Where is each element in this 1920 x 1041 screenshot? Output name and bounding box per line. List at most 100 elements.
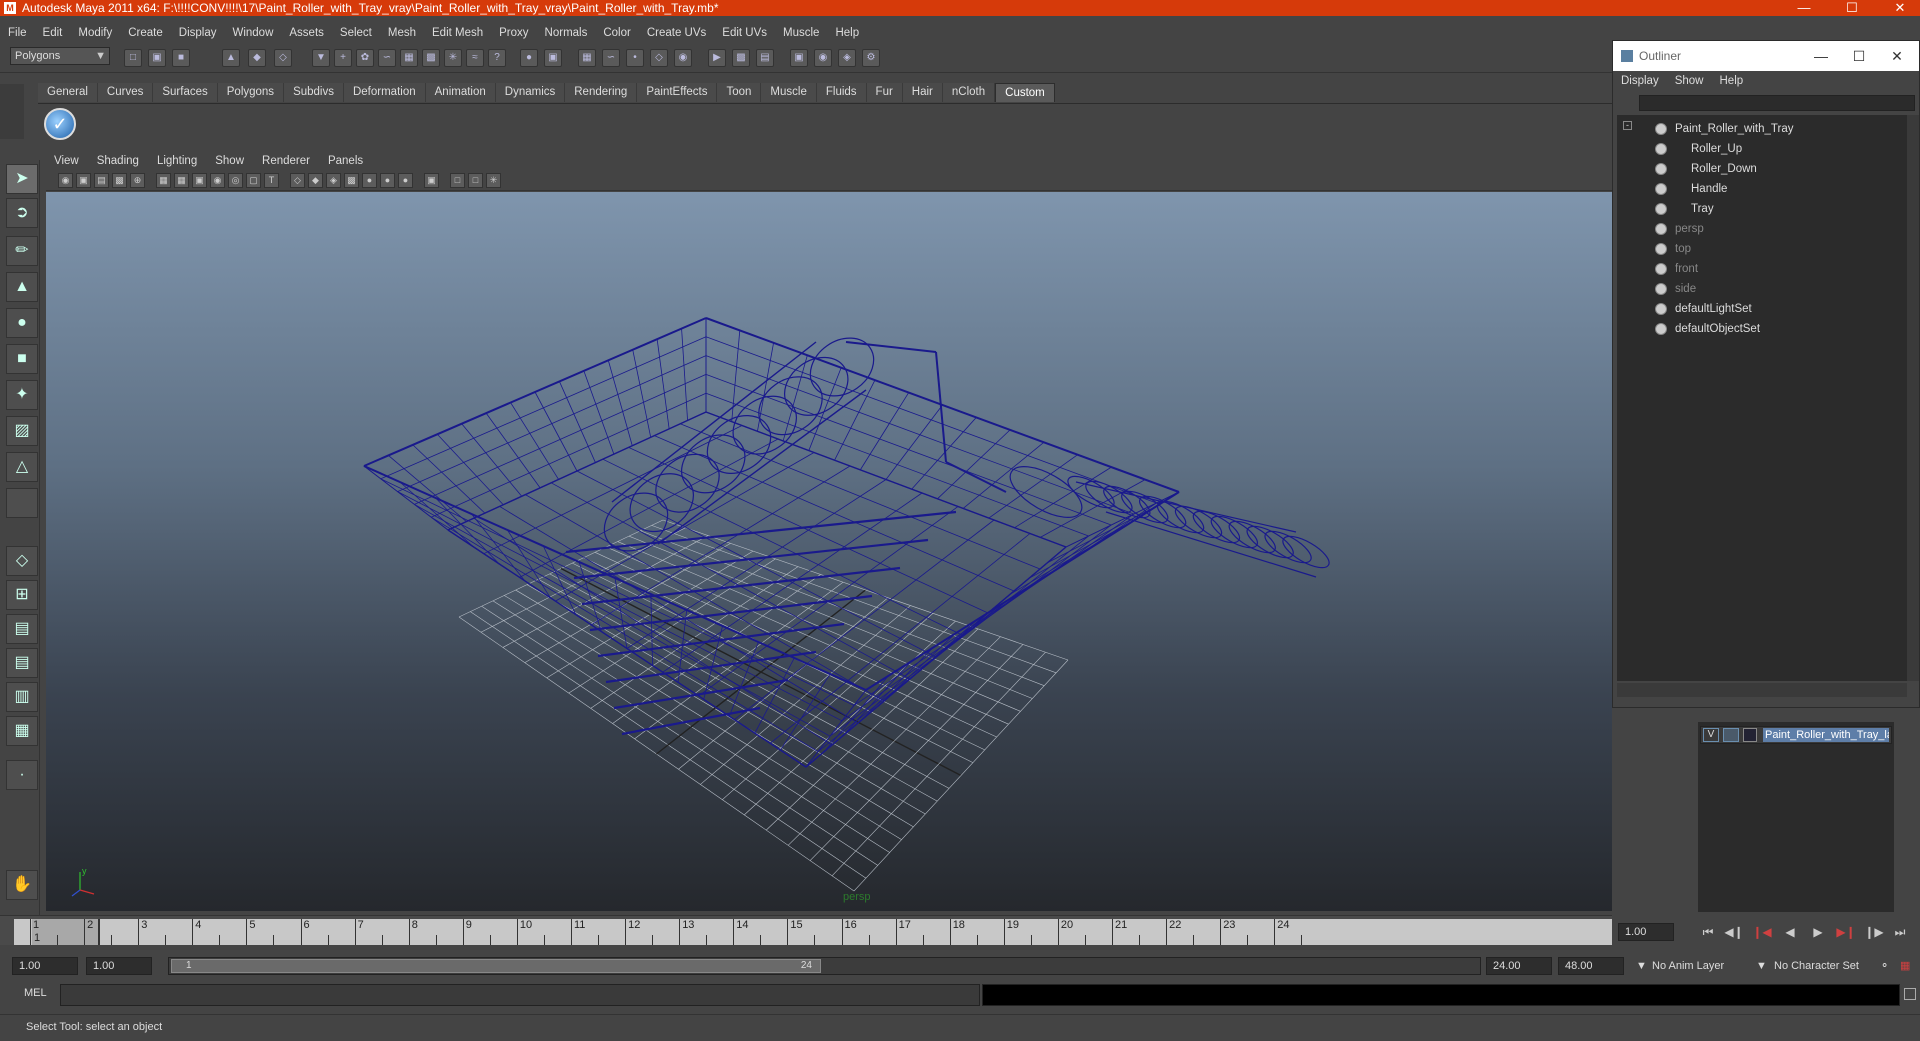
anim-layer-chevron-icon[interactable]: ▼	[1636, 957, 1648, 975]
lasso-tool-icon[interactable]: ➲	[6, 198, 38, 228]
outliner-minimize-icon[interactable]: —	[1801, 41, 1841, 71]
step-back-key-icon[interactable]: ❙◀	[1752, 923, 1772, 941]
tab-painteffects[interactable]: PaintEffects	[637, 83, 718, 102]
panel-menu-shading[interactable]: Shading	[97, 155, 139, 167]
select-component-icon[interactable]: ◇	[274, 49, 292, 67]
outliner-menu-display[interactable]: Display	[1621, 75, 1659, 87]
tab-polygons[interactable]: Polygons	[217, 83, 285, 102]
scale-tool-icon[interactable]: ■	[6, 344, 38, 374]
menu-create-uvs[interactable]: Create UVs	[647, 27, 706, 39]
tab-hair[interactable]: Hair	[902, 83, 943, 102]
step-back-frame-icon[interactable]: ◀❙	[1724, 923, 1744, 941]
xray-active-icon[interactable]: ✳	[486, 173, 501, 188]
menu-mesh[interactable]: Mesh	[388, 27, 416, 39]
safe-title-icon[interactable]: T	[264, 173, 279, 188]
make-live-icon[interactable]: ◉	[674, 49, 692, 67]
textured-icon[interactable]: ▩	[344, 173, 359, 188]
new-scene-icon[interactable]: □	[124, 49, 142, 67]
outliner-item[interactable]: Paint_Roller_with_Tray	[1617, 119, 1907, 139]
open-scene-icon[interactable]: ▣	[148, 49, 166, 67]
hand-icon[interactable]: ✋	[6, 870, 38, 900]
move-tool-icon[interactable]: ▲	[6, 272, 38, 302]
current-frame-field[interactable]: 1.00	[1618, 923, 1674, 941]
history-icon[interactable]: ▩	[732, 49, 750, 67]
panel-menu-renderer[interactable]: Renderer	[262, 155, 310, 167]
persp-graph-layout-icon[interactable]: ▤	[6, 648, 38, 678]
smooth-shade-icon[interactable]: ◆	[308, 173, 323, 188]
show-manipulator-icon[interactable]: △	[6, 452, 38, 482]
tab-custom[interactable]: Custom	[995, 83, 1055, 102]
key-icon[interactable]: ⚬	[1880, 957, 1894, 975]
tab-dynamics[interactable]: Dynamics	[495, 83, 566, 102]
outliner-maximize-icon[interactable]: ☐	[1839, 41, 1879, 71]
select-joints-icon[interactable]: ✿	[356, 49, 374, 67]
anim-layer-dropdown[interactable]: No Anim Layer	[1652, 957, 1756, 975]
tab-ncloth[interactable]: nCloth	[942, 83, 996, 102]
menu-edit-mesh[interactable]: Edit Mesh	[432, 27, 483, 39]
panel-menu-lighting[interactable]: Lighting	[157, 155, 197, 167]
menu-proxy[interactable]: Proxy	[499, 27, 528, 39]
tab-curves[interactable]: Curves	[97, 83, 154, 102]
command-language-label[interactable]: MEL	[24, 987, 47, 999]
tab-animation[interactable]: Animation	[425, 83, 496, 102]
tab-surfaces[interactable]: Surfaces	[153, 83, 218, 102]
layer-color-swatch[interactable]	[1743, 728, 1757, 742]
snap-to-grid-icon[interactable]: ▦	[578, 49, 596, 67]
menu-edit-uvs[interactable]: Edit UVs	[722, 27, 767, 39]
menu-assets[interactable]: Assets	[289, 27, 324, 39]
play-backwards-icon[interactable]: ◀	[1780, 923, 1800, 941]
preferences-icon[interactable]: ▦	[1900, 957, 1914, 975]
outliner-menu-show[interactable]: Show	[1675, 75, 1704, 87]
menu-file[interactable]: File	[8, 27, 27, 39]
layer-row[interactable]: V Paint_Roller_with_Tray_la	[1700, 726, 1892, 744]
menu-help[interactable]: Help	[835, 27, 859, 39]
script-editor-icon[interactable]	[1904, 988, 1916, 1000]
time-slider[interactable]: 1 1 2 3 4 5 6 7 8 9 10 11 12 13 14 15 16 17 18 19 20 21 22 23 2…	[0, 915, 1612, 945]
soft-modification-icon[interactable]: ▨	[6, 416, 38, 446]
rotate-tool-icon[interactable]: ●	[6, 308, 38, 338]
persp-dopesheet-layout-icon[interactable]: ▦	[6, 716, 38, 746]
render-view-icon[interactable]: ▣	[790, 49, 808, 67]
step-forward-frame-icon[interactable]: ❙▶	[1864, 923, 1884, 941]
tab-deformation[interactable]: Deformation	[343, 83, 426, 102]
paint-select-tool-icon[interactable]: ✏	[6, 236, 38, 266]
universal-manipulator-icon[interactable]: ✦	[6, 380, 38, 410]
gate-mask-icon[interactable]: ◉	[210, 173, 225, 188]
outliner-item[interactable]: Roller_Up	[1617, 139, 1907, 159]
outliner-horizontal-scrollbar[interactable]	[1617, 683, 1907, 697]
layer-name[interactable]: Paint_Roller_with_Tray_la	[1763, 728, 1889, 742]
select-misc-icon[interactable]: ?	[488, 49, 506, 67]
four-view-layout-icon[interactable]: ⊞	[6, 580, 38, 610]
menu-edit[interactable]: Edit	[43, 27, 63, 39]
xray-icon[interactable]: □	[450, 173, 465, 188]
select-dynamics-icon[interactable]: ✳	[444, 49, 462, 67]
snap-to-point-icon[interactable]: •	[626, 49, 644, 67]
resolution-gate-icon[interactable]: ▣	[192, 173, 207, 188]
construction-history-icon[interactable]: ▤	[756, 49, 774, 67]
command-input[interactable]	[60, 984, 980, 1006]
panel-menu-show[interactable]: Show	[215, 155, 244, 167]
playback-end-field[interactable]: 24.00	[1486, 957, 1552, 975]
single-perspective-layout-icon[interactable]: ◇	[6, 546, 38, 576]
grid-toggle-icon[interactable]: ▦	[156, 173, 171, 188]
outliner-item[interactable]: Tray	[1617, 199, 1907, 219]
highlight-selection-icon[interactable]: ▣	[544, 49, 562, 67]
film-gate-icon[interactable]: ▦	[174, 173, 189, 188]
range-knob[interactable]: 1 24	[171, 959, 821, 973]
hypershade-layout-icon[interactable]: ▥	[6, 682, 38, 712]
outliner-menu-help[interactable]: Help	[1720, 75, 1744, 87]
more-layouts-icon[interactable]: ·	[6, 760, 38, 790]
outliner-item[interactable]: top	[1617, 239, 1907, 259]
image-plane-icon[interactable]: ▩	[112, 173, 127, 188]
maximize-icon[interactable]: ☐	[1832, 0, 1872, 16]
panel-menu-view[interactable]: View	[54, 155, 79, 167]
layer-type-toggle[interactable]	[1723, 728, 1739, 742]
scene-start-field[interactable]: 1.00	[12, 957, 78, 975]
outliner-item[interactable]: Roller_Down	[1617, 159, 1907, 179]
persp-outliner-layout-icon[interactable]: ▤	[6, 614, 38, 644]
outliner-filter-input[interactable]	[1639, 95, 1915, 111]
high-quality-icon[interactable]: ●	[398, 173, 413, 188]
select-deformations-icon[interactable]: ▩	[422, 49, 440, 67]
select-tool-icon[interactable]: ➤	[6, 164, 38, 194]
outliner-item[interactable]: defaultObjectSet	[1617, 319, 1907, 339]
